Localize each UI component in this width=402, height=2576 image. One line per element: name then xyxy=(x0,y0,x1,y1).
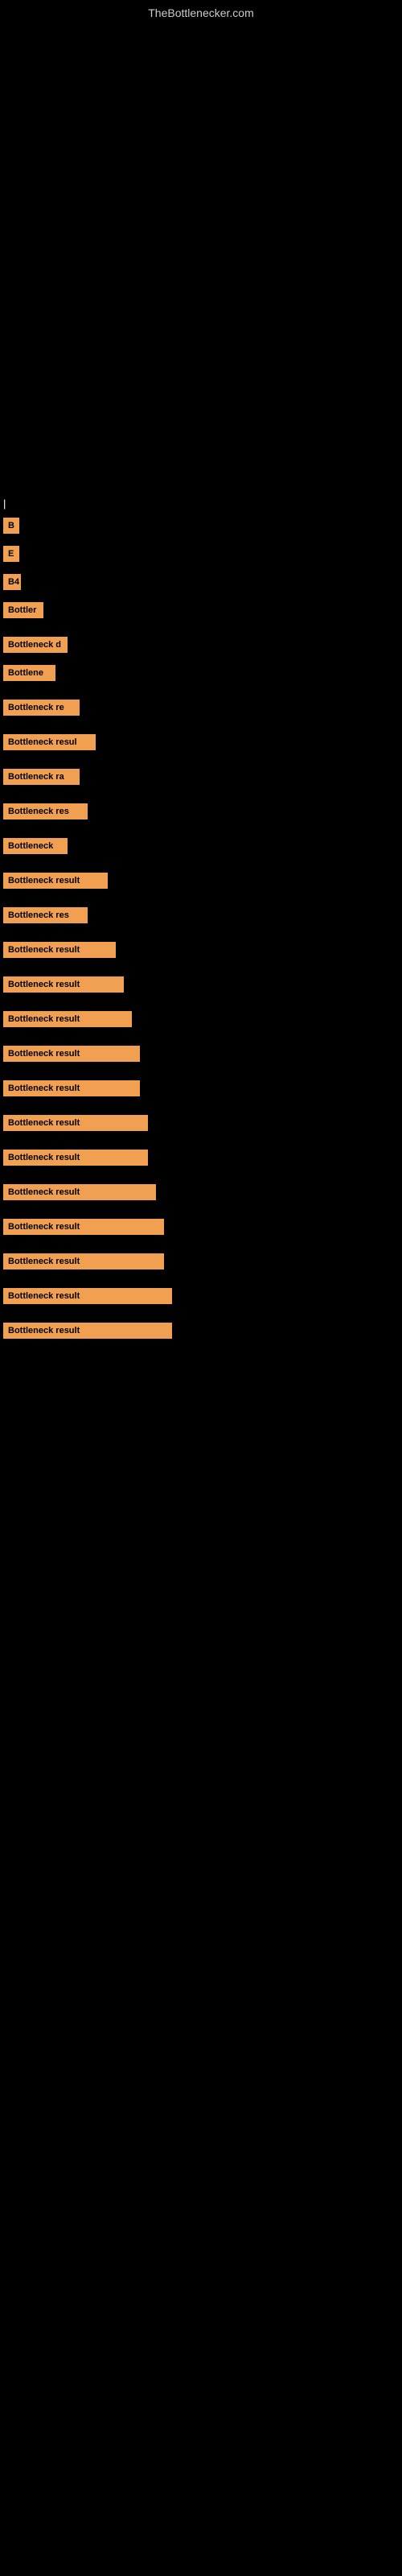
result-row: Bottleneck result xyxy=(3,1219,399,1239)
bars-container: BE B4 Bottler Bottleneck d Bottlene Bottlenec… xyxy=(0,518,402,1343)
bottleneck-bar[interactable]: Bottleneck result xyxy=(3,1288,172,1304)
bottleneck-bar[interactable]: Bottleneck result xyxy=(3,976,124,993)
result-row: Bottleneck result xyxy=(3,873,399,893)
bottleneck-bar[interactable]: Bottleneck result xyxy=(3,1011,132,1027)
bottleneck-bar[interactable]: Bottleneck d xyxy=(3,637,68,653)
result-row: Bottleneck res xyxy=(3,803,399,824)
result-row: Bottleneck ra xyxy=(3,769,399,789)
bottleneck-bar[interactable]: Bottleneck result xyxy=(3,873,108,889)
bottleneck-bar[interactable]: Bottleneck result xyxy=(3,1080,140,1096)
result-row: B4 xyxy=(3,574,399,594)
bottleneck-bar[interactable]: Bottleneck res xyxy=(3,803,88,819)
result-row: Bottleneck result xyxy=(3,1184,399,1204)
result-row: Bottleneck re xyxy=(3,700,399,720)
result-row: Bottleneck result xyxy=(3,1115,399,1135)
bottleneck-bar[interactable]: Bottleneck result xyxy=(3,1184,156,1200)
bottleneck-bar[interactable]: B xyxy=(3,518,19,534)
result-row: Bottleneck result xyxy=(3,976,399,997)
bottleneck-bar[interactable]: Bottleneck result xyxy=(3,1150,148,1166)
result-row: Bottleneck result xyxy=(3,1150,399,1170)
result-row: Bottlene xyxy=(3,665,399,685)
result-row: Bottleneck result xyxy=(3,1080,399,1100)
bottleneck-bar[interactable]: B4 xyxy=(3,574,21,590)
bottleneck-bar[interactable]: Bottleneck result xyxy=(3,1219,164,1235)
result-row: Bottler xyxy=(3,602,399,622)
bottleneck-bar[interactable]: Bottleneck xyxy=(3,838,68,854)
bottleneck-bar[interactable]: Bottleneck result xyxy=(3,942,116,958)
bottleneck-bar[interactable]: Bottleneck result xyxy=(3,1323,172,1339)
result-row: E xyxy=(3,546,399,566)
result-row: Bottleneck result xyxy=(3,1288,399,1308)
section-label: | xyxy=(0,497,402,510)
result-row: Bottleneck d xyxy=(3,637,399,657)
result-row: Bottleneck xyxy=(3,838,399,858)
bottleneck-bar[interactable]: Bottleneck resul xyxy=(3,734,96,750)
result-row: Bottleneck resul xyxy=(3,734,399,754)
result-row: Bottleneck res xyxy=(3,907,399,927)
result-row: Bottleneck result xyxy=(3,1253,399,1274)
bottleneck-bar[interactable]: Bottleneck re xyxy=(3,700,80,716)
bottleneck-bar[interactable]: Bottlene xyxy=(3,665,55,681)
result-row: Bottleneck result xyxy=(3,942,399,962)
site-title: TheBottlenecker.com xyxy=(0,0,402,23)
result-row: Bottleneck result xyxy=(3,1323,399,1343)
bottleneck-bar[interactable]: Bottleneck res xyxy=(3,907,88,923)
bottleneck-bar[interactable]: Bottleneck result xyxy=(3,1253,164,1269)
bottleneck-bar[interactable]: Bottleneck ra xyxy=(3,769,80,785)
top-area xyxy=(0,23,402,489)
bottleneck-bar[interactable]: Bottleneck result xyxy=(3,1046,140,1062)
bottleneck-bar[interactable]: E xyxy=(3,546,19,562)
result-row: B xyxy=(3,518,399,538)
result-row: Bottleneck result xyxy=(3,1046,399,1066)
result-row: Bottleneck result xyxy=(3,1011,399,1031)
bottleneck-bar[interactable]: Bottleneck result xyxy=(3,1115,148,1131)
bottleneck-bar[interactable]: Bottler xyxy=(3,602,43,618)
